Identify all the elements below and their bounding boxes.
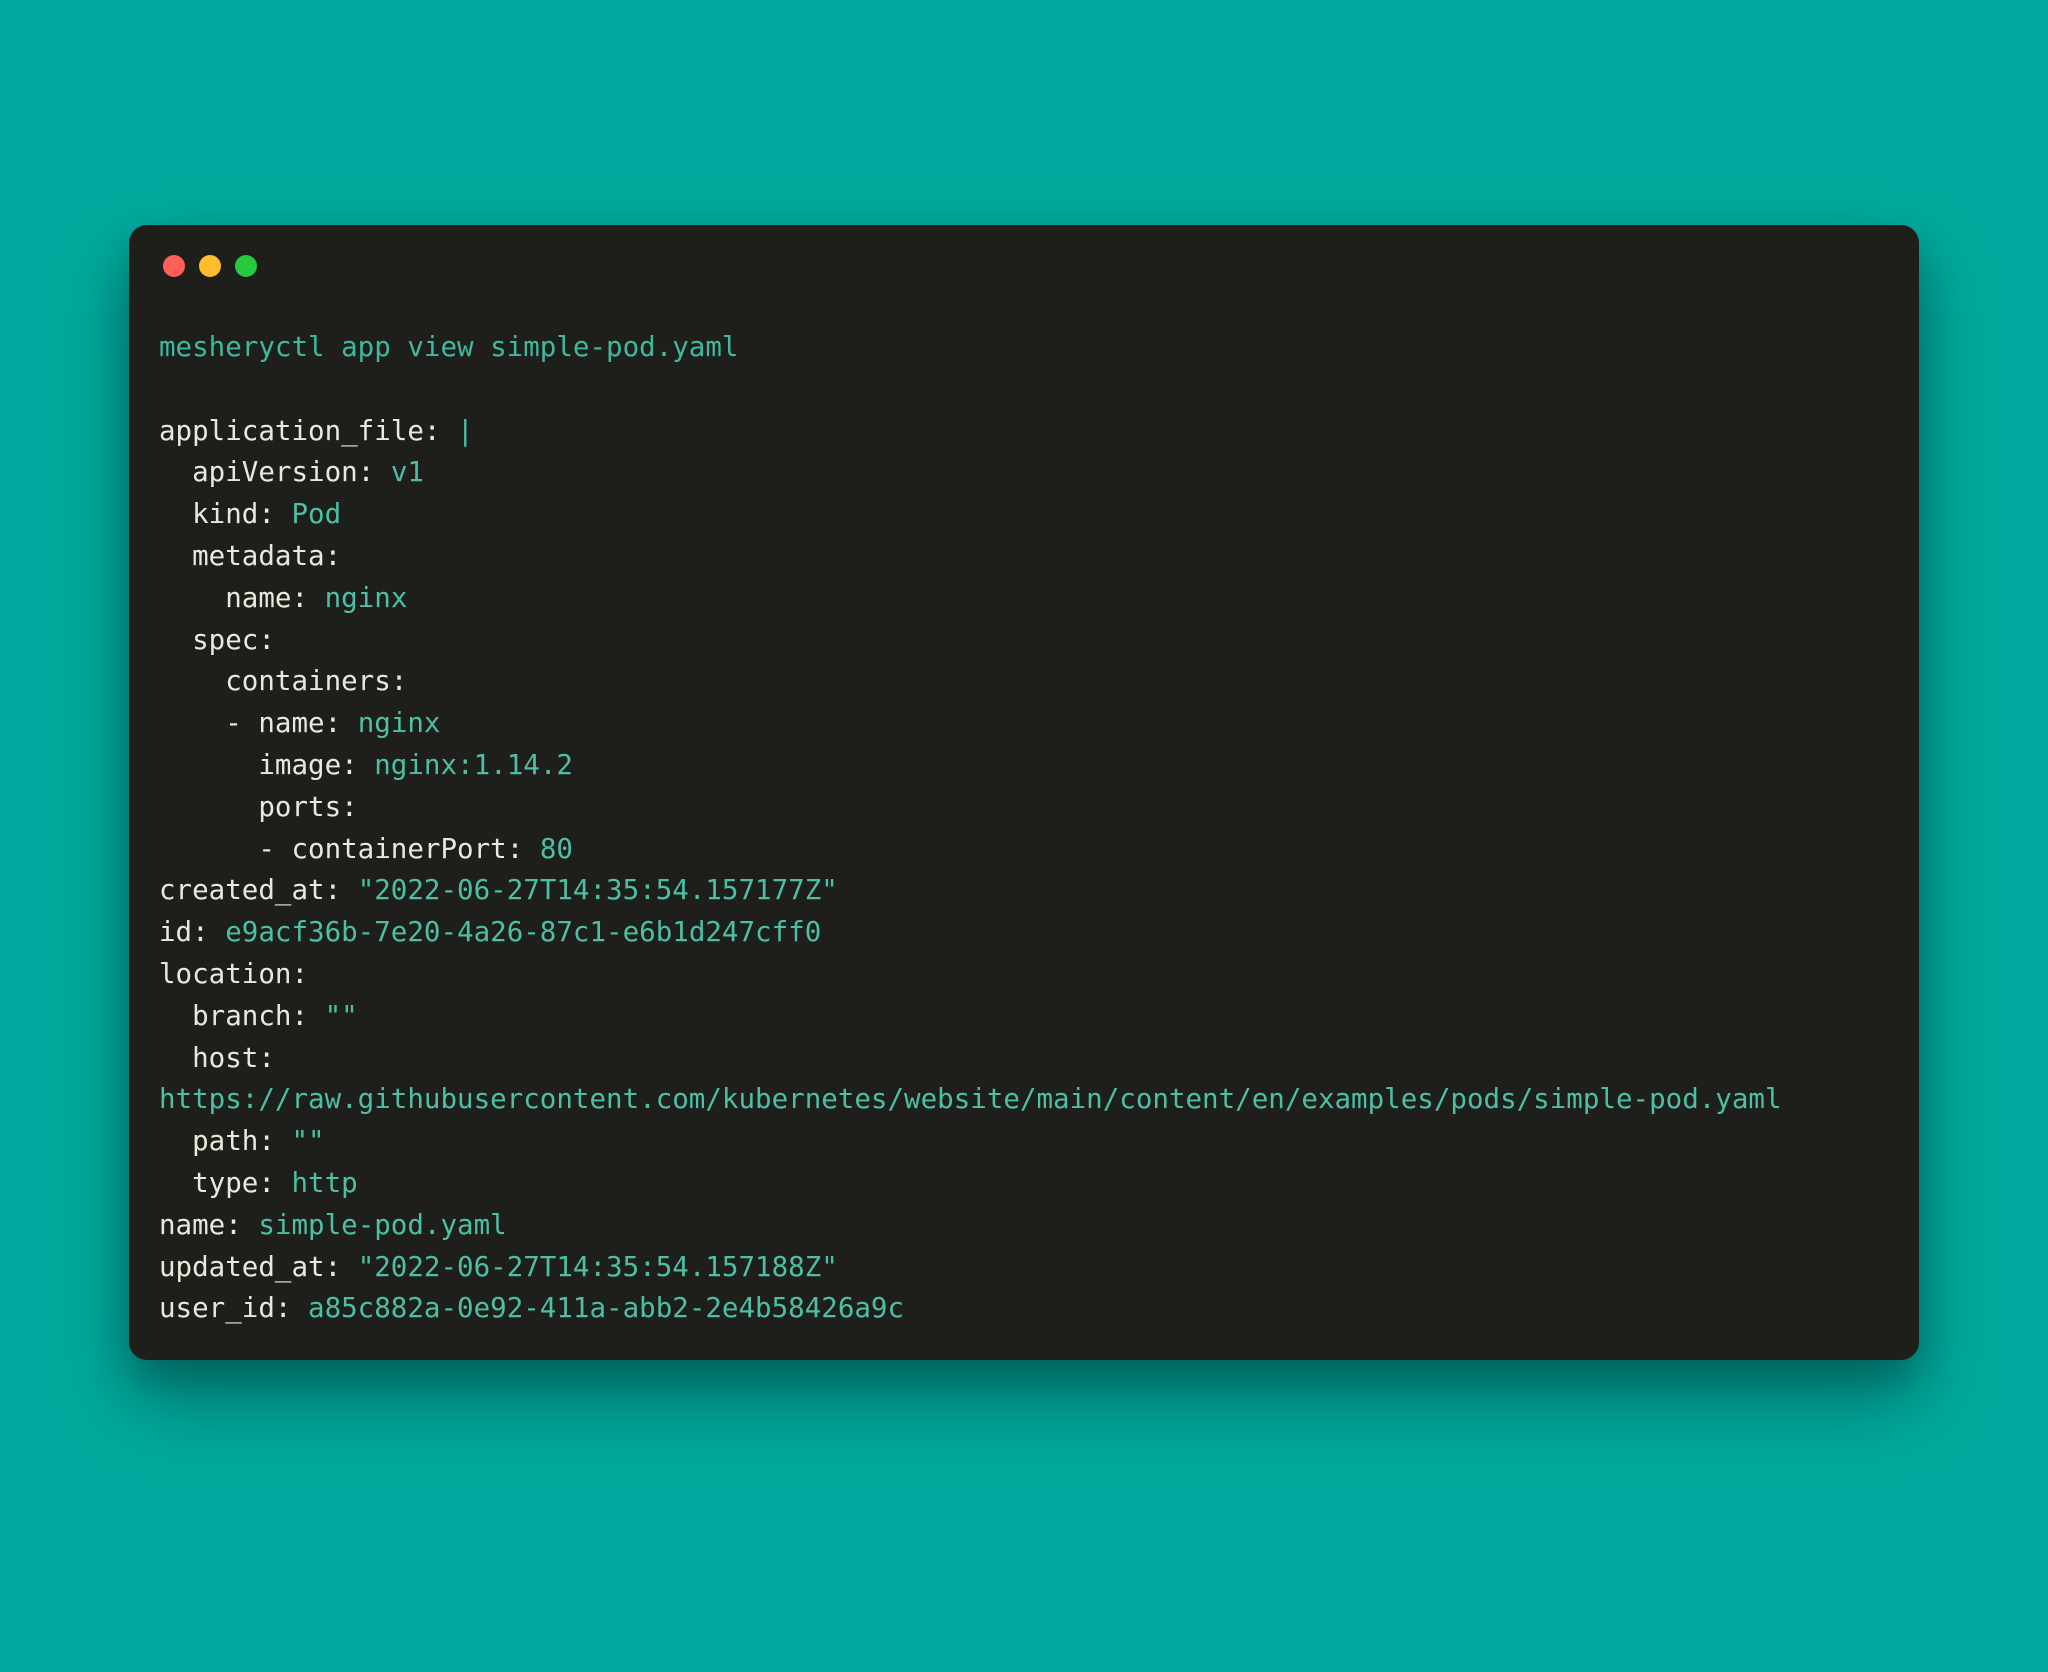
yaml-value: "2022-06-27T14:35:54.157188Z" <box>358 1251 838 1283</box>
terminal-window: mesheryctl app view simple-pod.yaml appl… <box>129 225 1919 1360</box>
yaml-key: metadata: <box>192 540 341 572</box>
yaml-key: - containerPort: <box>258 833 523 865</box>
yaml-value: 80 <box>540 833 573 865</box>
yaml-key: host: <box>192 1042 275 1074</box>
yaml-value: simple-pod.yaml <box>258 1209 506 1241</box>
window-controls <box>159 255 1889 277</box>
yaml-key: id: <box>159 916 209 948</box>
yaml-key: image: <box>258 749 357 781</box>
maximize-icon[interactable] <box>235 255 257 277</box>
yaml-value: e9acf36b-7e20-4a26-87c1-e6b1d247cff0 <box>225 916 821 948</box>
close-icon[interactable] <box>163 255 185 277</box>
yaml-key: user_id: <box>159 1292 291 1324</box>
command-line: mesheryctl app view simple-pod.yaml <box>159 331 738 363</box>
terminal-content[interactable]: mesheryctl app view simple-pod.yaml appl… <box>159 327 1889 1330</box>
minimize-icon[interactable] <box>199 255 221 277</box>
yaml-value: "" <box>325 1000 358 1032</box>
yaml-value: https://raw.githubusercontent.com/kubern… <box>159 1083 1782 1115</box>
yaml-key: apiVersion: <box>192 456 374 488</box>
yaml-key: type: <box>192 1167 275 1199</box>
yaml-key: containers: <box>225 665 407 697</box>
yaml-key: spec: <box>192 624 275 656</box>
yaml-key: - name: <box>225 707 341 739</box>
yaml-key: kind: <box>192 498 275 530</box>
yaml-value: "2022-06-27T14:35:54.157177Z" <box>358 874 838 906</box>
yaml-key: updated_at: <box>159 1251 341 1283</box>
yaml-value: "" <box>291 1125 324 1157</box>
yaml-value: Pod <box>291 498 341 530</box>
yaml-value: v1 <box>391 456 424 488</box>
yaml-value: http <box>291 1167 357 1199</box>
yaml-key: branch: <box>192 1000 308 1032</box>
yaml-key: name: <box>159 1209 242 1241</box>
yaml-value: a85c882a-0e92-411a-abb2-2e4b58426a9c <box>308 1292 904 1324</box>
yaml-key: created_at: <box>159 874 341 906</box>
yaml-key: path: <box>192 1125 275 1157</box>
yaml-key: location: <box>159 958 308 990</box>
yaml-pipe: | <box>457 415 474 447</box>
yaml-key: ports: <box>258 791 357 823</box>
yaml-value: nginx <box>358 707 441 739</box>
yaml-key: application_file: <box>159 415 440 447</box>
yaml-value: nginx <box>325 582 408 614</box>
yaml-key: name: <box>225 582 308 614</box>
yaml-value: nginx:1.14.2 <box>374 749 573 781</box>
